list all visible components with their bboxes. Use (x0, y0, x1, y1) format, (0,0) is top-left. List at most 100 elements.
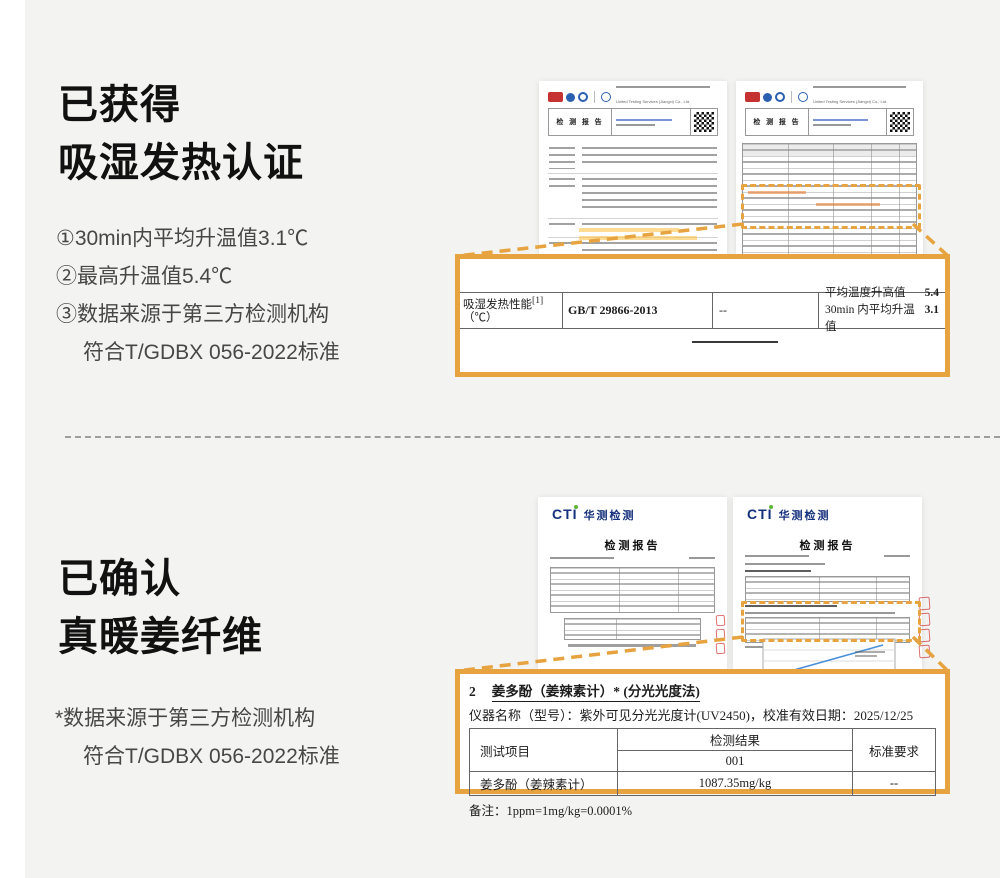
divider-line (791, 91, 792, 103)
text-line (616, 118, 672, 121)
section-title-fiber: 已确认 真暖姜纤维 (58, 550, 263, 666)
text-line (745, 563, 825, 565)
bullet-2: ②最高升温值5.4℃ (56, 265, 233, 288)
balance-scale-icon (798, 92, 808, 102)
cti-report-page-1: CTI 华测检测 检测报告 (538, 497, 727, 669)
report-title: 检测报告 (604, 540, 661, 552)
sample-id-cell: 001 (617, 750, 853, 772)
title-line-2: 真暖姜纤维 (58, 615, 263, 659)
title-line-2: 吸湿发热认证 (58, 141, 304, 185)
green-dot-icon (768, 505, 773, 509)
note-1: *数据来源于第三方检测机构 (55, 707, 316, 730)
title-line-1: 已获得 (58, 83, 181, 127)
text-placeholder (582, 178, 717, 213)
zoomed-result-callout-bottom: 2 姜多酚（姜辣素计）* (分光光度法) 仪器名称（型号）：紫外可见分光光度计(… (455, 669, 950, 818)
report-title: 检 测 报 告 (549, 109, 612, 135)
table-row: 姜多酚（姜辣素计） 1087.35mg/kg -- (469, 771, 936, 796)
cti-logo: CTI (747, 505, 773, 521)
page-number-placeholder (689, 557, 715, 559)
item-name: 吸湿发热性能 (463, 299, 532, 312)
note-2: 符合T/GDBX 056-2022标准 (83, 745, 340, 768)
report-header: United Testing Services (Jiangxi) Co., L… (745, 86, 914, 136)
item-unit: （℃） (463, 312, 498, 325)
text-line (813, 86, 906, 88)
label-placeholder (549, 178, 575, 192)
zoom-source-outline (741, 184, 921, 229)
zoomed-result-callout-top: 吸湿发热性能[1] （℃） GB/T 29866-2013 -- 平均温度升高值 5… (455, 254, 950, 377)
item-cell: 姜多酚（姜辣素计） (469, 771, 618, 796)
form-row (548, 238, 718, 254)
title-line-1: 已确认 (58, 557, 181, 601)
section-number: 2 (469, 684, 476, 699)
text-placeholder (582, 242, 717, 254)
bullet-3: ③数据来源于第三方检测机构 (56, 303, 329, 326)
value-row: 30min 内平均升温值 3.1 (825, 302, 939, 336)
result-header-cell: 检测结果 (617, 728, 853, 751)
highlight-mark (579, 236, 697, 240)
lab-company-name: United Testing Services (Jiangxi) Co., L… (616, 86, 718, 108)
seal-fragment (715, 614, 726, 627)
form-row (548, 143, 718, 174)
green-dot-icon (573, 505, 578, 509)
cti-logo: CTI (552, 505, 578, 521)
report-number-placeholder (745, 555, 809, 557)
values-cell: 平均温度升高值 5.4 30min 内平均升温值 3.1 (818, 287, 945, 333)
text-line (616, 123, 655, 126)
result-table: 测试项目 检测结果 标准要求 001 姜多酚（姜辣素计） 1087.35mg/k… (469, 728, 936, 796)
text-line (616, 86, 710, 88)
remark-line: 备注：1ppm=1mg/kg=0.0001% (469, 804, 633, 818)
section-divider (65, 436, 1000, 438)
ilac-logo-icon (578, 92, 588, 102)
report-meta-row (745, 555, 910, 557)
callout-section-title: 2 姜多酚（姜辣素计）* (分光光度法) (469, 680, 936, 702)
report-contact-block (612, 109, 691, 135)
form-row (548, 174, 718, 219)
table-row: 测试项目 检测结果 标准要求 (469, 728, 936, 772)
accreditation-logos: United Testing Services (Jiangxi) Co., L… (745, 86, 914, 108)
report-title: 检测报告 (799, 540, 856, 552)
page-number-placeholder (884, 555, 910, 557)
result-item-cell: 吸湿发热性能[1] （℃） (460, 293, 562, 328)
cti-logo-cn: 华测检测 (778, 510, 831, 522)
lab-company-name-en: United Testing Services (Jiangxi) Co., L… (813, 99, 888, 104)
cti-logo-block: CTI 华测检测 (747, 505, 831, 523)
column-line (819, 577, 821, 601)
cti-report-page-2: CTI 华测检测 检测报告 (733, 497, 922, 669)
report-header-table: 检 测 报 告 (548, 108, 718, 136)
report-number-placeholder (550, 557, 614, 559)
label-placeholder (549, 242, 575, 249)
section-title-certification: 已获得 吸湿发热认证 (58, 76, 304, 192)
section-1-heading-placeholder (745, 570, 811, 572)
value-label: 平均温度升高值 (825, 287, 906, 299)
certification-bullet-list: ①30min内平均升温值3.1℃ ②最高升温值5.4℃ ③数据来源于第三方检测机… (56, 220, 340, 372)
conclusion-table (564, 618, 701, 640)
footer-asterisk-line (568, 644, 696, 647)
instrument-line: 仪器名称（型号）：紫外可见分光光度计(UV2450)，校准有效日期：2025/1… (469, 708, 914, 723)
fiber-note-list: *数据来源于第三方检测机构 符合T/GDBX 056-2022标准 (55, 700, 340, 776)
bullet-4: 符合T/GDBX 056-2022标准 (83, 341, 340, 364)
section-title-text: 姜多酚（姜辣素计）* (分光光度法) (491, 680, 700, 702)
value-row: 平均温度升高值 5.4 (825, 285, 939, 302)
column-line (678, 568, 680, 612)
result-table-row: 吸湿发热性能[1] （℃） GB/T 29866-2013 -- 平均温度升高值 5… (460, 287, 945, 333)
report-header-table: 检 测 报 告 (745, 108, 914, 136)
label-placeholder (549, 223, 575, 230)
report-contact-block (809, 109, 887, 135)
requirement-header-cell: 标准要求 (852, 728, 936, 772)
column-line (619, 568, 621, 612)
report-header: United Testing Services (Jiangxi) Co., L… (548, 86, 718, 136)
divider-line (594, 91, 595, 103)
label-placeholder (549, 147, 575, 169)
section-1-table (745, 576, 910, 602)
column-line (876, 577, 878, 601)
lab-company-name-en: United Testing Services (Jiangxi) Co., L… (616, 99, 691, 104)
lab-company-name: United Testing Services (Jiangxi) Co., L… (813, 86, 914, 108)
balance-scale-icon (601, 92, 611, 102)
red-seal-stamp (715, 614, 726, 655)
cti-logo-cn: 华测检测 (583, 510, 636, 522)
report-title: 检 测 报 告 (746, 109, 809, 135)
cti-logo-block: CTI 华测检测 (552, 505, 636, 523)
table-header-shade (743, 144, 916, 156)
seal-fragment (715, 642, 726, 655)
qr-code-icon (890, 112, 910, 132)
